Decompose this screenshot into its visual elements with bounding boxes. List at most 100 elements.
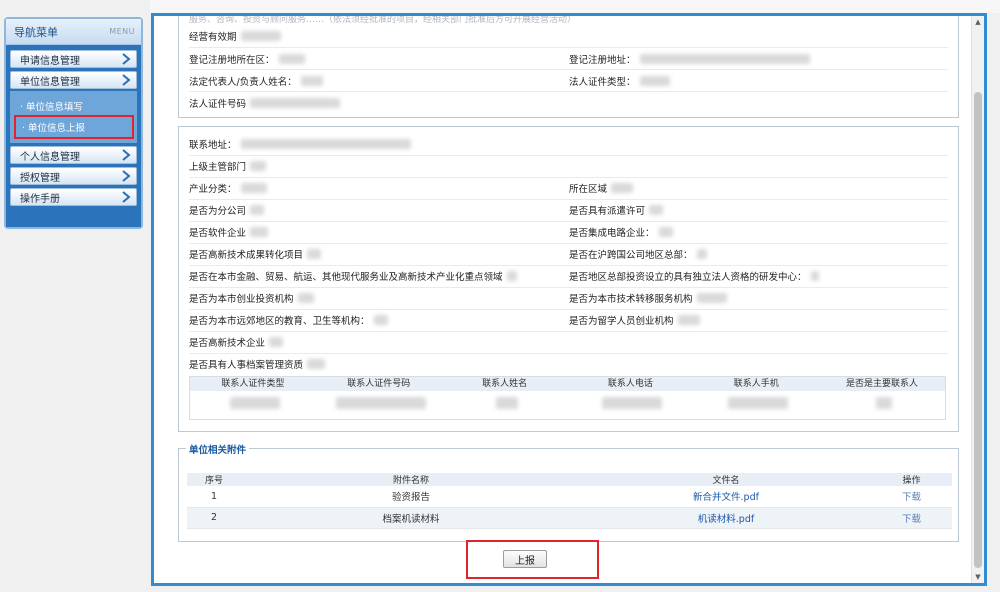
field-label: 是否地区总部投资设立的具有独立法人资格的研发中心： — [569, 272, 807, 283]
chevron-right-icon — [116, 72, 136, 88]
field-key-field: 是否在本市金融、贸易、航运、其他现代服务业及高新技术产业化重点领域 — [189, 265, 517, 287]
field-superior: 上级主管部门 — [189, 155, 267, 177]
content-scroll-area: 服务、咨询、投资与顾问服务……（依法须经批准的项目，经相关部门批准后方可开展经营… — [154, 16, 971, 583]
field-label: 是否为本市技术转移服务机构 — [569, 294, 693, 305]
redacted-value — [658, 227, 673, 237]
sidebar-header: 导航菜单 MENU — [6, 19, 141, 45]
field-hq: 是否在沪跨国公司地区总部： — [569, 243, 707, 265]
column-header: 序号 — [187, 473, 241, 486]
sidebar-body: 申请信息管理 单位信息管理 · 单位信息填写 · 单位信息上报 个人信息管理 授… — [6, 45, 141, 227]
field-legal-rep: 法定代表人/负责人姓名： — [189, 70, 323, 92]
menu-item-auth[interactable]: 授权管理 — [10, 167, 137, 185]
column-header: 联系人姓名 — [482, 379, 528, 389]
submit-highlight: 上报 — [466, 540, 599, 579]
submit-button[interactable]: 上报 — [503, 550, 547, 568]
scroll-thumb[interactable] — [974, 92, 982, 568]
redacted-value — [649, 205, 664, 215]
scope-partial-text: 服务、咨询、投资与顾问服务……（依法须经批准的项目，经相关部门批准后方可开展经营… — [189, 16, 577, 25]
redacted-value — [810, 271, 819, 281]
redacted-value — [876, 397, 893, 409]
redacted-value — [506, 271, 517, 281]
menu-item-label: 申请信息管理 — [20, 55, 80, 67]
redacted-value — [300, 76, 323, 86]
field-industry: 产业分类： — [189, 177, 267, 199]
field-label: 是否高新技术企业 — [189, 338, 266, 349]
field-region: 所在区域 — [569, 177, 634, 199]
table-row: 2 档案机读材料 机读材料.pdf 下载 — [187, 507, 952, 529]
field-label: 法定代表人/负责人姓名： — [189, 77, 297, 88]
field-venture-inv: 是否为本市创业投资机构 — [189, 287, 314, 309]
field-label: 联系地址： — [189, 140, 237, 151]
redacted-value — [307, 249, 322, 259]
field-suburb: 是否为本市远郊地区的教育、卫生等机构： — [189, 309, 388, 331]
scroll-down-icon[interactable]: ▼ — [972, 571, 984, 583]
field-returnee: 是否为留学人员创业机构 — [569, 309, 700, 331]
field-label: 是否在沪跨国公司地区总部： — [569, 250, 693, 261]
table-cell — [190, 397, 316, 409]
field-label: 是否为本市创业投资机构 — [189, 294, 294, 305]
redacted-value — [240, 139, 411, 149]
file-link[interactable]: 机读材料.pdf — [581, 507, 871, 529]
field-tech-transfer: 是否为本市技术转移服务机构 — [569, 287, 727, 309]
menu-item-label: 单位信息管理 — [20, 76, 80, 88]
row-number: 2 — [187, 507, 241, 529]
submenu-item-fill[interactable]: · 单位信息填写 — [10, 97, 137, 115]
field-rd-center: 是否地区总部投资设立的具有独立法人资格的研发中心： — [569, 265, 819, 287]
redacted-value — [335, 397, 426, 409]
redacted-value — [250, 227, 269, 237]
table-cell — [567, 397, 693, 409]
table-cell — [442, 397, 568, 409]
column-header: 文件名 — [581, 473, 871, 486]
main-frame: 服务、咨询、投资与顾问服务……（依法须经批准的项目，经相关部门批准后方可开展经营… — [151, 13, 987, 586]
column-header: 联系人证件类型 — [221, 379, 285, 389]
download-link[interactable]: 下载 — [871, 507, 952, 529]
redacted-value — [269, 337, 284, 347]
sidebar-menu-tag: MENU — [109, 27, 135, 36]
field-label: 登记注册地所在区： — [189, 55, 275, 66]
attributes-section: 联系地址： 上级主管部门 产业分类： 所在区域 是否为分公司 是否具有派遣许可 — [178, 126, 959, 432]
field-label: 是否集成电路企业： — [569, 228, 655, 239]
row-number: 1 — [187, 486, 241, 508]
column-header: 联系人证件号码 — [347, 379, 411, 389]
table-row — [190, 391, 945, 415]
redacted-value — [373, 315, 388, 325]
chevron-right-icon — [116, 189, 136, 205]
column-header: 操作 — [871, 473, 952, 486]
redacted-value — [229, 397, 280, 409]
download-link[interactable]: 下载 — [871, 486, 952, 508]
menu-item-unit-info[interactable]: 单位信息管理 — [10, 71, 137, 89]
submenu-item-report[interactable]: · 单位信息上报 — [14, 115, 134, 139]
redacted-value — [250, 98, 341, 108]
field-dispatch: 是否具有派遣许可 — [569, 199, 664, 221]
file-link[interactable]: 新合并文件.pdf — [581, 486, 871, 508]
unit-info-submenu: · 单位信息填写 · 单位信息上报 — [10, 91, 137, 143]
sidebar-title: 导航菜单 — [14, 25, 58, 39]
redacted-value — [639, 76, 670, 86]
field-ic: 是否集成电路企业： — [569, 221, 673, 243]
menu-item-apply-info[interactable]: 申请信息管理 — [10, 50, 137, 68]
redacted-value — [696, 293, 727, 303]
field-label: 是否高新技术成果转化项目 — [189, 250, 304, 261]
redacted-value — [307, 359, 326, 369]
column-header: 联系人手机 — [733, 379, 779, 389]
field-label: 上级主管部门 — [189, 162, 247, 173]
column-header: 附件名称 — [241, 473, 581, 486]
contacts-table-header: 联系人证件类型 联系人证件号码 联系人姓名 联系人电话 联系人手机 是否是主要联… — [190, 377, 945, 391]
nav-sidebar: 导航菜单 MENU 申请信息管理 单位信息管理 · 单位信息填写 · 单位信息上… — [4, 17, 143, 229]
field-hitech: 是否高新技术企业 — [189, 331, 284, 353]
field-contact-address: 联系地址： — [189, 133, 411, 155]
table-cell — [316, 397, 442, 409]
scroll-up-icon[interactable]: ▲ — [972, 16, 984, 28]
field-label: 产业分类： — [189, 184, 237, 195]
attachment-name: 档案机读材料 — [241, 507, 581, 529]
vertical-scrollbar[interactable]: ▲ ▼ — [971, 16, 984, 583]
field-label: 是否为分公司 — [189, 206, 247, 217]
menu-item-personal-info[interactable]: 个人信息管理 — [10, 146, 137, 164]
chevron-right-icon — [116, 147, 136, 163]
menu-item-manual[interactable]: 操作手册 — [10, 188, 137, 206]
redacted-value — [677, 315, 700, 325]
table-row: 1 验资报告 新合并文件.pdf 下载 — [187, 486, 952, 508]
column-header: 是否是主要联系人 — [846, 379, 919, 389]
row-divider — [189, 331, 948, 332]
redacted-value — [278, 54, 305, 64]
